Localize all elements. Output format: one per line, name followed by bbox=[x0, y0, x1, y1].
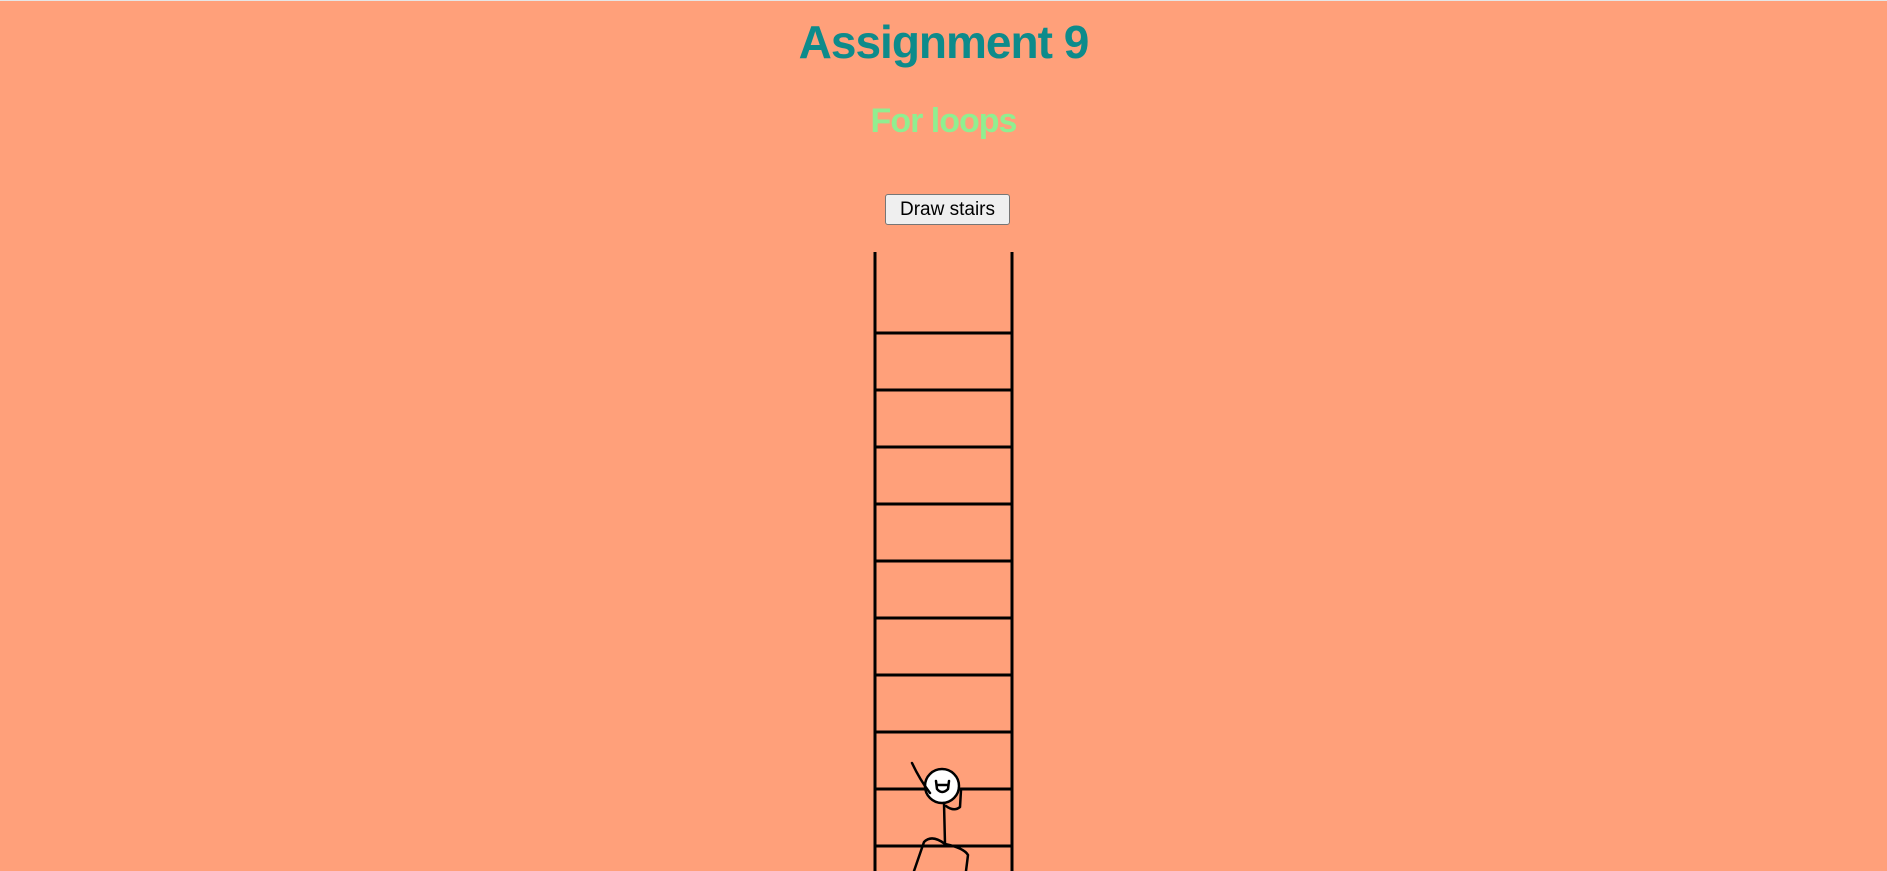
stick-figure-leg-left bbox=[912, 837, 947, 871]
window-top-border bbox=[0, 0, 1887, 1]
stick-figure-body bbox=[942, 801, 947, 846]
stick-figure-icon bbox=[910, 761, 970, 871]
page-subtitle: For loops bbox=[870, 102, 1018, 140]
page-title: Assignment 9 bbox=[798, 16, 1090, 68]
stick-figure-leg-right bbox=[943, 842, 970, 871]
draw-stairs-button[interactable]: Draw stairs bbox=[885, 194, 1010, 225]
stairs-canvas bbox=[873, 252, 1014, 871]
